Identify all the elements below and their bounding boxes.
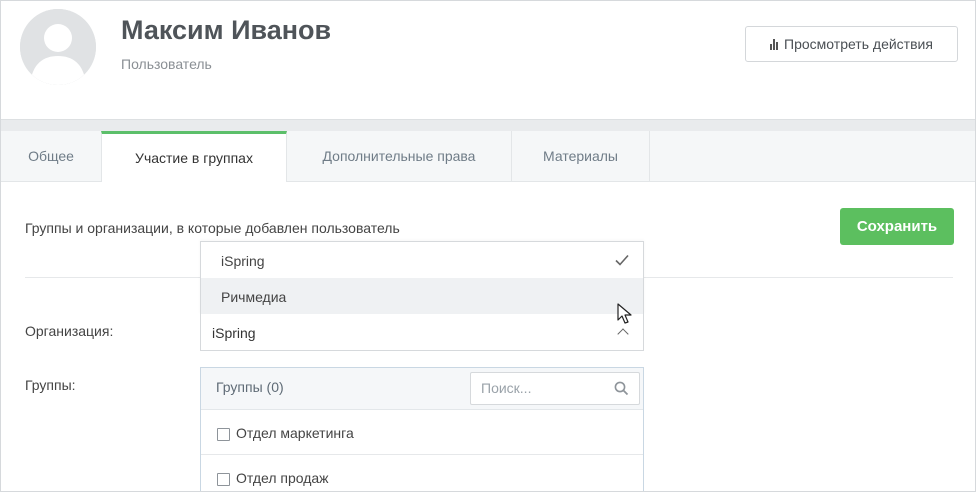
tab-label: Участие в группах [135, 150, 253, 166]
search-icon [614, 381, 629, 396]
tab-general[interactable]: Общее [1, 131, 102, 181]
organization-label: Организация: [25, 323, 114, 339]
tab-bar: Общее Участие в группах Дополнительные п… [1, 131, 975, 182]
organization-select-value: iSpring [212, 325, 256, 341]
group-checkbox[interactable] [217, 428, 230, 441]
group-checkbox[interactable] [217, 473, 230, 486]
groups-panel: Группы (0) Отдел маркетинга Отдел продаж [200, 367, 644, 491]
view-actions-label: Просмотреть действия [784, 36, 933, 52]
mouse-cursor-icon [617, 303, 632, 324]
organization-select[interactable]: iSpring [200, 314, 644, 351]
groups-search-box[interactable] [470, 372, 640, 405]
groups-search-input[interactable] [481, 380, 601, 396]
user-profile-page: Максим Иванов Пользователь Просмотреть д… [0, 0, 976, 492]
groups-count: Группы (0) [216, 379, 284, 395]
groups-panel-header: Группы (0) [201, 368, 643, 410]
chevron-up-icon [617, 328, 629, 340]
tab-label: Материалы [543, 148, 618, 164]
groups-label: Группы: [25, 377, 76, 393]
bar-chart-icon [770, 38, 779, 50]
tab-materials[interactable]: Материалы [512, 131, 650, 181]
profile-header: Максим Иванов Пользователь Просмотреть д… [1, 1, 975, 119]
user-role: Пользователь [121, 56, 212, 72]
organization-option[interactable]: iSpring [201, 242, 643, 278]
check-icon [615, 254, 629, 266]
group-label: Отдел маркетинга [236, 425, 354, 441]
view-actions-button[interactable]: Просмотреть действия [745, 26, 958, 62]
tab-label: Дополнительные права [322, 148, 476, 164]
group-list-item[interactable]: Отдел продаж [201, 455, 643, 491]
organization-dropdown-list: iSpring Ричмедиа [200, 241, 644, 314]
organization-option[interactable]: Ричмедиа [201, 278, 643, 314]
group-list-item[interactable]: Отдел маркетинга [201, 410, 643, 455]
option-label: Ричмедиа [221, 289, 287, 305]
tab-label: Общее [28, 148, 74, 164]
group-label: Отдел продаж [236, 470, 329, 486]
user-name: Максим Иванов [121, 15, 332, 45]
avatar [20, 9, 96, 85]
user-avatar-icon [20, 9, 96, 85]
tab-additional-rights[interactable]: Дополнительные права [287, 131, 512, 181]
save-button[interactable]: Сохранить [840, 208, 954, 245]
tab-group-membership[interactable]: Участие в группах [101, 131, 287, 182]
section-title: Группы и организации, в которые добавлен… [25, 220, 400, 236]
option-label: iSpring [221, 253, 265, 269]
